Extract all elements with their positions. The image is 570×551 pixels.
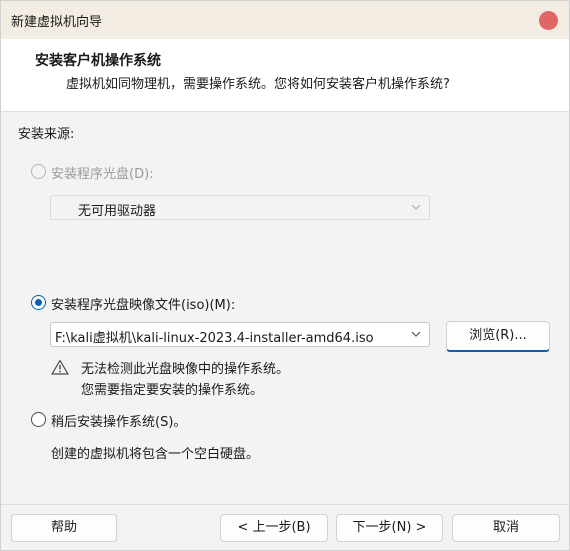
chevron-down-icon — [411, 331, 421, 337]
disc-option-label: 安装程序光盘(D): — [51, 167, 154, 182]
page-subtitle: 虚拟机如同物理机，需要操作系统。您将如何安装客户机操作系统? — [66, 77, 450, 92]
help-button[interactable]: 帮助 — [11, 514, 117, 542]
footer-divider — [1, 504, 569, 505]
install-source-label: 安装来源: — [18, 127, 75, 142]
close-button[interactable] — [539, 11, 558, 30]
next-button[interactable]: 下一步(N) > — [336, 514, 443, 542]
iso-path-value: F:\kali虚拟机\kali-linux-2023.4-installer-a… — [55, 331, 374, 346]
iso-option-label: 安装程序光盘映像文件(iso)(M): — [51, 298, 236, 313]
cancel-button[interactable]: 取消 — [452, 514, 560, 542]
install-later-description: 创建的虚拟机将包含一个空白硬盘。 — [51, 447, 260, 462]
browse-button[interactable]: 浏览(R)... — [446, 321, 550, 352]
iso-warning-line1: 无法检测此光盘映像中的操作系统。 — [81, 362, 290, 377]
drive-select[interactable]: 无可用驱动器 — [50, 195, 430, 220]
new-vm-wizard-window: 新建虚拟机向导 安装客户机操作系统 虚拟机如同物理机，需要操作系统。您将如何安装… — [0, 0, 570, 551]
install-later-radio[interactable] — [31, 412, 46, 427]
install-later-label: 稍后安装操作系统(S)。 — [51, 415, 187, 430]
wizard-header: 安装客户机操作系统 虚拟机如同物理机，需要操作系统。您将如何安装客户机操作系统? — [1, 39, 569, 112]
title-bar[interactable]: 新建虚拟机向导 — [1, 1, 569, 39]
page-title: 安装客户机操作系统 — [35, 53, 161, 69]
iso-warning-line2: 您需要指定要安装的操作系统。 — [81, 383, 264, 398]
window-title: 新建虚拟机向导 — [11, 15, 103, 30]
disc-radio[interactable] — [31, 164, 46, 179]
iso-radio[interactable] — [31, 295, 46, 310]
iso-path-combobox[interactable]: F:\kali虚拟机\kali-linux-2023.4-installer-a… — [50, 322, 430, 347]
back-button[interactable]: < 上一步(B) — [220, 514, 328, 542]
chevron-down-icon — [411, 204, 421, 210]
warning-icon — [51, 359, 69, 375]
drive-select-value: 无可用驱动器 — [78, 204, 157, 219]
